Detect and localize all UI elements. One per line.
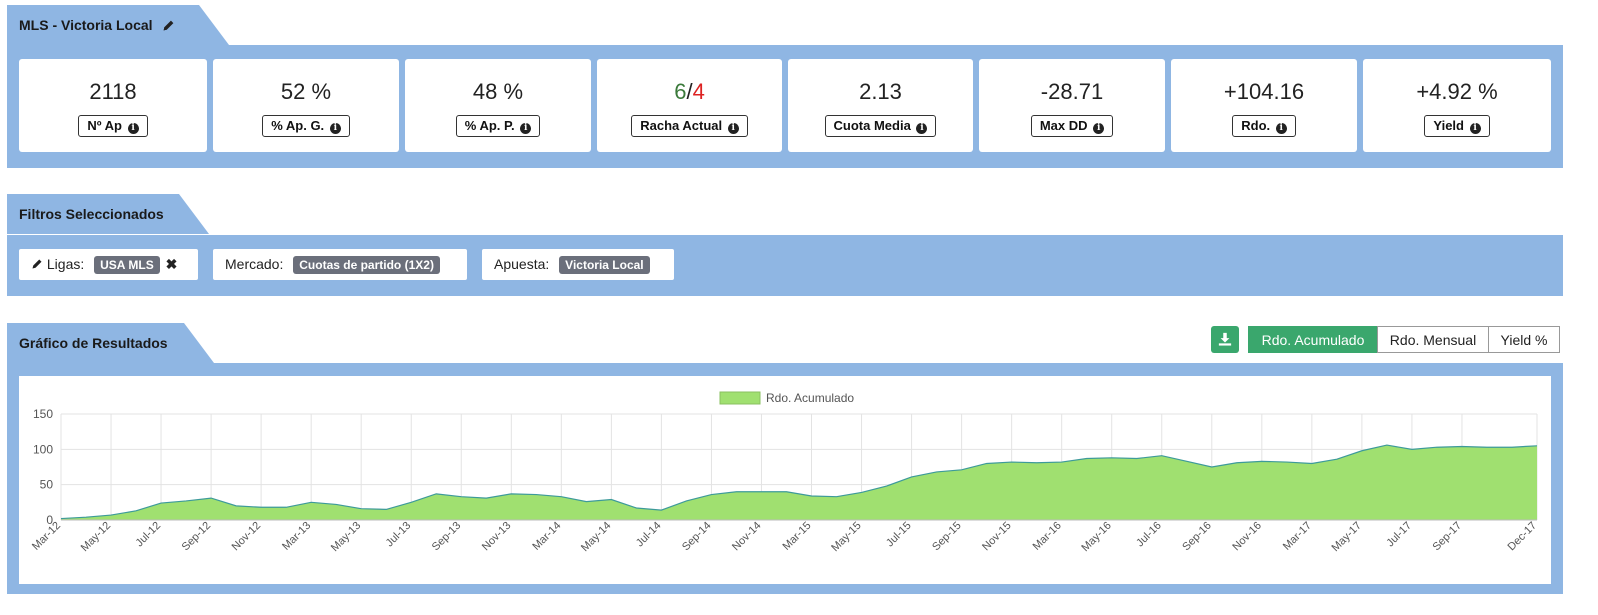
info-icon: i [127, 123, 139, 134]
x-tick-label: Mar-16 [1031, 520, 1064, 553]
stat-card-avg-odds: 2.13 Cuota Media i [788, 59, 973, 152]
stat-label[interactable]: Max DD i [1030, 115, 1114, 137]
stat-value: 48 % [472, 79, 524, 104]
stat-card-result: +104.16 Rdo. i [1171, 59, 1357, 152]
filter-bet: Apuesta: Victoria Local [482, 249, 674, 280]
stat-value: 2118 [89, 79, 137, 104]
x-tick-label: May-14 [579, 520, 613, 554]
summary-section: MLS - Victoria Local 2118 Nº Ap i 52 % %… [7, 5, 1563, 168]
x-tick-label: May-13 [329, 520, 363, 554]
stat-value: -28.71 [1040, 79, 1104, 104]
stat-label[interactable]: Rdo. i [1232, 115, 1296, 137]
filters-band: Ligas: USA MLS ✖ Mercado: Cuotas de part… [7, 235, 1563, 296]
filters-tab: Filtros Seleccionados [7, 194, 209, 234]
x-tick-label: May-15 [829, 520, 863, 554]
stats-band: 2118 Nº Ap i 52 % % Ap. G. i 48 % % Ap. … [7, 45, 1563, 168]
info-icon: i [1469, 123, 1481, 134]
x-tick-label: Jul-13 [384, 520, 414, 550]
filter-label: Ligas: [46, 256, 85, 272]
x-tick-label: Sep-16 [1180, 520, 1214, 554]
x-tick-label: Sep-15 [930, 520, 964, 554]
tab-monthly[interactable]: Rdo. Mensual [1377, 326, 1489, 353]
stat-value: 6/4 [674, 79, 705, 104]
filter-value: USA MLS [94, 256, 160, 274]
download-icon [1218, 332, 1232, 351]
stat-label[interactable]: Cuota Media i [824, 115, 937, 137]
stat-value: +4.92 % [1416, 79, 1498, 104]
stat-card-max-dd: -28.71 Max DD i [979, 59, 1165, 152]
stat-card-loss-pct: 48 % % Ap. P. i [405, 59, 591, 152]
x-tick-label: May-16 [1079, 520, 1113, 554]
stat-value: 52 % [280, 79, 332, 104]
filters-section: Filtros Seleccionados Ligas: USA MLS ✖ M… [7, 194, 1563, 296]
filter-value: Cuotas de partido (1X2) [293, 256, 440, 274]
x-tick-label: Nov-16 [1230, 520, 1264, 554]
x-tick-label: Mar-13 [280, 520, 313, 553]
x-tick-label: Nov-12 [230, 520, 264, 554]
legend-label: Rdo. Acumulado [766, 391, 854, 405]
x-tick-label: Nov-14 [730, 520, 764, 554]
x-tick-label: Jul-14 [634, 520, 664, 550]
x-tick-label: Jul-17 [1384, 520, 1414, 550]
x-tick-label: Sep-12 [180, 520, 214, 554]
pencil-icon[interactable] [31, 257, 43, 273]
x-tick-label: Sep-13 [430, 520, 464, 554]
info-icon: i [727, 123, 739, 134]
y-tick-label: 50 [40, 478, 54, 492]
x-tick-label: Jul-16 [1134, 520, 1164, 550]
x-tick-label: Dec-17 [1506, 520, 1540, 554]
chart-card: 0 50 100 150 Mar-12 May-12 Jul-12 Sep-12 Nov-12 M… [19, 376, 1551, 584]
tab-yield[interactable]: Yield % [1488, 326, 1560, 353]
stat-label[interactable]: % Ap. G. i [262, 115, 350, 137]
stat-value: +104.16 [1223, 79, 1305, 104]
stat-card-total: 2118 Nº Ap i [19, 59, 207, 152]
info-icon: i [520, 123, 532, 134]
results-chart: 050100150Mar-12 May-12 Jul-12 Sep-12 Nov-12 M… [30, 391, 1540, 554]
stat-card-yield: +4.92 % Yield i [1363, 59, 1551, 152]
tab-cumulative[interactable]: Rdo. Acumulado [1248, 326, 1378, 353]
stat-label[interactable]: Nº Ap i [78, 115, 148, 137]
info-icon: i [329, 123, 341, 134]
stat-card-streak: 6/4 Racha Actual i [597, 59, 782, 152]
results-section: Gráfico de Resultados 0 50 100 150 Mar-12 May… [7, 323, 1563, 594]
x-tick-label: Mar-14 [530, 520, 563, 553]
x-tick-label: Sep-14 [680, 520, 714, 554]
x-tick-label: Nov-15 [980, 520, 1014, 554]
page-title: MLS - Victoria Local [19, 17, 153, 33]
filter-label: Apuesta: [494, 256, 550, 272]
info-icon: i [1093, 123, 1105, 134]
remove-icon[interactable]: ✖ [166, 256, 178, 272]
results-tab: Gráfico de Resultados [7, 323, 214, 363]
filter-label: Mercado: [225, 256, 284, 272]
filter-market: Mercado: Cuotas de partido (1X2) [213, 249, 467, 280]
stat-value: 2.13 [859, 79, 902, 104]
stat-label[interactable]: Yield i [1424, 115, 1490, 137]
x-tick-label: Jul-12 [134, 520, 164, 550]
x-tick-label: May-12 [79, 520, 113, 554]
x-tick-label: Mar-15 [781, 520, 814, 553]
chart-band: 0 50 100 150 Mar-12 May-12 Jul-12 Sep-12 Nov-12 M… [7, 363, 1563, 594]
series-area [61, 445, 1537, 520]
download-button[interactable] [1211, 326, 1239, 353]
x-tick-label: Sep-17 [1430, 520, 1464, 554]
y-tick-label: 100 [33, 442, 53, 456]
info-icon: i [1275, 123, 1287, 134]
x-tick-label: Nov-13 [480, 520, 514, 554]
x-tick-label: Jul-15 [884, 520, 914, 550]
x-tick-label: Mar-17 [1281, 520, 1314, 553]
filter-value: Victoria Local [559, 256, 650, 274]
legend-swatch [719, 391, 761, 405]
stat-label[interactable]: Racha Actual i [631, 115, 748, 137]
summary-tab: MLS - Victoria Local [7, 5, 229, 45]
stat-card-win-pct: 52 % % Ap. G. i [213, 59, 399, 152]
edit-icon[interactable] [162, 19, 175, 35]
stat-label[interactable]: % Ap. P. i [455, 115, 541, 137]
y-tick-label: 150 [33, 407, 53, 421]
filter-leagues: Ligas: USA MLS ✖ [19, 249, 198, 280]
x-tick-label: May-17 [1330, 520, 1364, 554]
info-icon: i [916, 123, 928, 134]
